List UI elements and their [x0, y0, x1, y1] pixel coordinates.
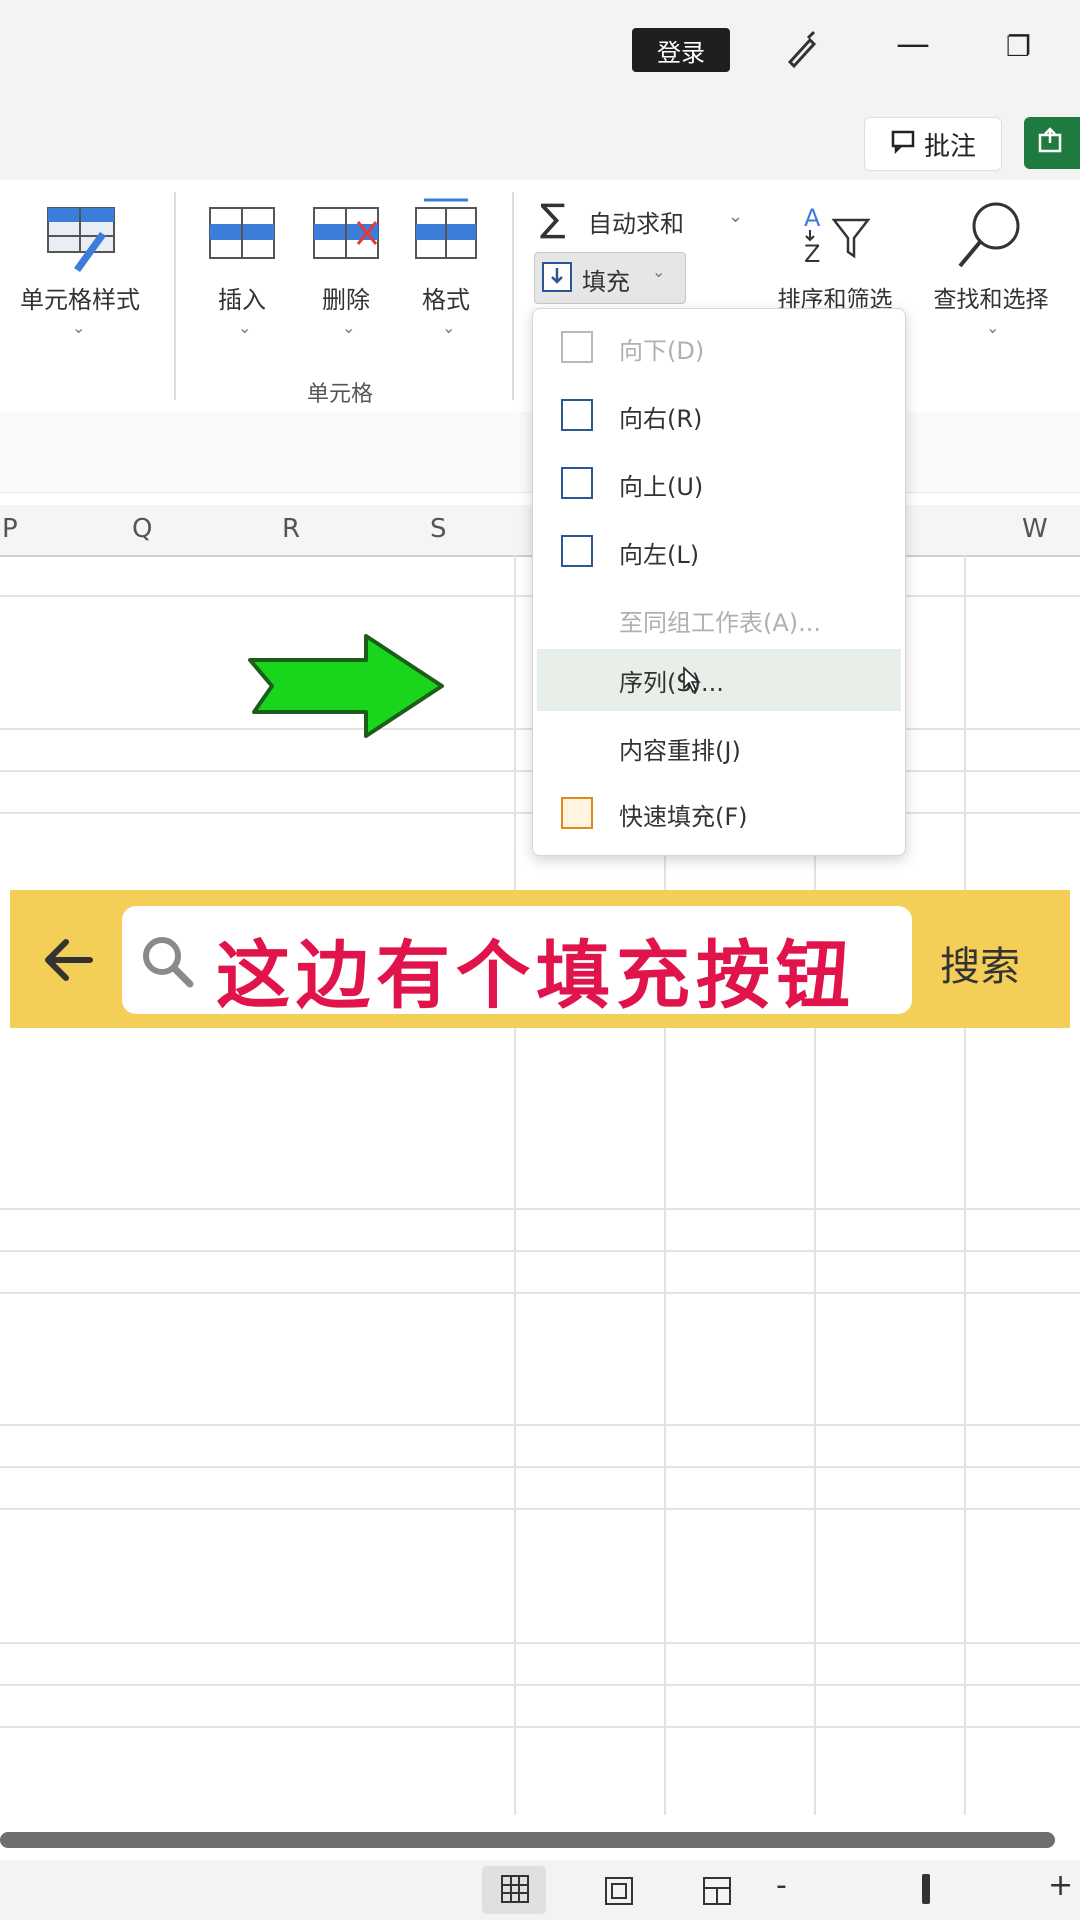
- cell-style-icon[interactable]: [44, 202, 120, 274]
- share-button[interactable]: [1024, 117, 1080, 169]
- search-icon: [138, 932, 198, 992]
- restore-button[interactable]: ❐: [1006, 30, 1031, 63]
- page-layout-icon[interactable]: [602, 1874, 636, 1908]
- menu-item-fill-down[interactable]: 向下(D): [533, 317, 905, 379]
- insert-label[interactable]: 插入: [196, 280, 288, 315]
- grid-line: [514, 555, 516, 1815]
- menu-item-justify[interactable]: 内容重排(J): [533, 717, 905, 779]
- grid-line: [0, 1684, 1080, 1686]
- zoom-out-button[interactable]: -: [776, 1868, 787, 1903]
- column-letter[interactable]: P: [2, 514, 18, 544]
- normal-view-button[interactable]: [482, 1866, 546, 1914]
- grid-line: [0, 1292, 1080, 1294]
- menu-item-fill-left[interactable]: 向左(L): [533, 521, 905, 583]
- column-letter[interactable]: Q: [132, 514, 152, 544]
- sort-filter-icon[interactable]: A Z: [798, 200, 874, 270]
- pen-icon[interactable]: [780, 28, 824, 72]
- comment-icon: [890, 128, 916, 161]
- chevron-down-icon: ⌄: [72, 318, 86, 337]
- page-break-icon[interactable]: [700, 1874, 734, 1908]
- menu-item-fill-right[interactable]: 向右(R): [533, 385, 905, 447]
- chevron-down-icon: ⌄: [342, 318, 356, 337]
- chevron-down-icon[interactable]: ⌄: [728, 206, 743, 227]
- column-letter[interactable]: W: [1022, 514, 1048, 544]
- menu-item-label: 至同组工作表(A)...: [619, 608, 822, 637]
- menu-item-label: 向右(R): [619, 404, 703, 433]
- format-icon[interactable]: [410, 196, 482, 264]
- sigma-icon[interactable]: ∑: [540, 196, 566, 240]
- grid-line: [0, 1466, 1080, 1468]
- menu-item-series[interactable]: 序列(S)...: [537, 649, 901, 711]
- cell-style-label[interactable]: 单元格样式: [0, 280, 160, 315]
- svg-text:A: A: [804, 204, 821, 232]
- fill-dropdown-menu: 向下(D) 向右(R) 向上(U) 向左(L) 至同组工作表(A)... 序列(…: [532, 308, 906, 856]
- grid-line: [0, 1726, 1080, 1728]
- minimize-button[interactable]: —: [896, 24, 930, 64]
- grid-line: [0, 1642, 1080, 1644]
- fill-left-icon: [561, 535, 593, 567]
- search-button[interactable]: 搜索: [940, 934, 1020, 992]
- chevron-down-icon: ⌄: [238, 318, 252, 337]
- grid-line: [0, 1208, 1080, 1210]
- mouse-cursor-icon: [682, 666, 702, 694]
- horizontal-scrollbar[interactable]: [0, 1832, 1055, 1848]
- pointer-arrow-icon: [244, 632, 448, 740]
- back-arrow-icon[interactable]: [36, 928, 100, 992]
- search-icon[interactable]: [954, 196, 1026, 272]
- delete-icon[interactable]: [310, 204, 382, 264]
- fill-down-icon: [561, 331, 593, 363]
- chevron-down-icon: ⌄: [986, 318, 1000, 337]
- fill-right-icon: [561, 399, 593, 431]
- search-query-text: 这边有个填充按钮: [216, 933, 856, 1019]
- fill-up-icon: [561, 467, 593, 499]
- menu-item-label: 向上(U): [619, 472, 704, 501]
- menu-item-flash-fill[interactable]: 快速填充(F): [533, 783, 905, 845]
- menu-item-label: 向左(L): [619, 540, 700, 569]
- delete-label[interactable]: 删除: [300, 280, 392, 315]
- cells-group-label: 单元格: [306, 382, 373, 407]
- menu-item-across-worksheets[interactable]: 至同组工作表(A)...: [533, 589, 905, 651]
- menu-item-label: 快速填充(F): [619, 802, 748, 831]
- menu-item-fill-up[interactable]: 向上(U): [533, 453, 905, 515]
- chevron-down-icon: ⌄: [652, 262, 666, 281]
- menu-item-label: 向下(D): [619, 336, 705, 365]
- comment-button[interactable]: 批注: [864, 117, 1002, 171]
- column-letter[interactable]: R: [282, 514, 300, 544]
- chevron-down-icon: ⌄: [442, 318, 456, 337]
- grid-line: [0, 1424, 1080, 1426]
- share-icon: [1036, 125, 1066, 162]
- fill-label[interactable]: 填充: [582, 262, 630, 297]
- format-label[interactable]: 格式: [400, 280, 492, 315]
- menu-item-label: 序列(S)...: [619, 668, 724, 697]
- comment-label: 批注: [923, 131, 976, 162]
- flash-fill-icon: [561, 797, 593, 829]
- ribbon-separator: [174, 192, 176, 400]
- column-letter[interactable]: S: [430, 514, 447, 544]
- login-button[interactable]: 登录: [632, 28, 730, 72]
- fill-down-icon: [542, 262, 572, 292]
- grid-line: [0, 1250, 1080, 1252]
- insert-icon[interactable]: [206, 204, 278, 264]
- zoom-slider-thumb[interactable]: [922, 1874, 930, 1904]
- menu-item-label: 内容重排(J): [619, 736, 741, 765]
- zoom-in-button[interactable]: +: [1048, 1868, 1073, 1903]
- grid-line: [0, 1508, 1080, 1510]
- ribbon-separator: [512, 192, 514, 400]
- grid-line: [964, 555, 966, 1815]
- find-select-label[interactable]: 查找和选择: [916, 280, 1066, 314]
- autosum-label[interactable]: 自动求和: [588, 204, 684, 239]
- svg-text:Z: Z: [804, 240, 820, 268]
